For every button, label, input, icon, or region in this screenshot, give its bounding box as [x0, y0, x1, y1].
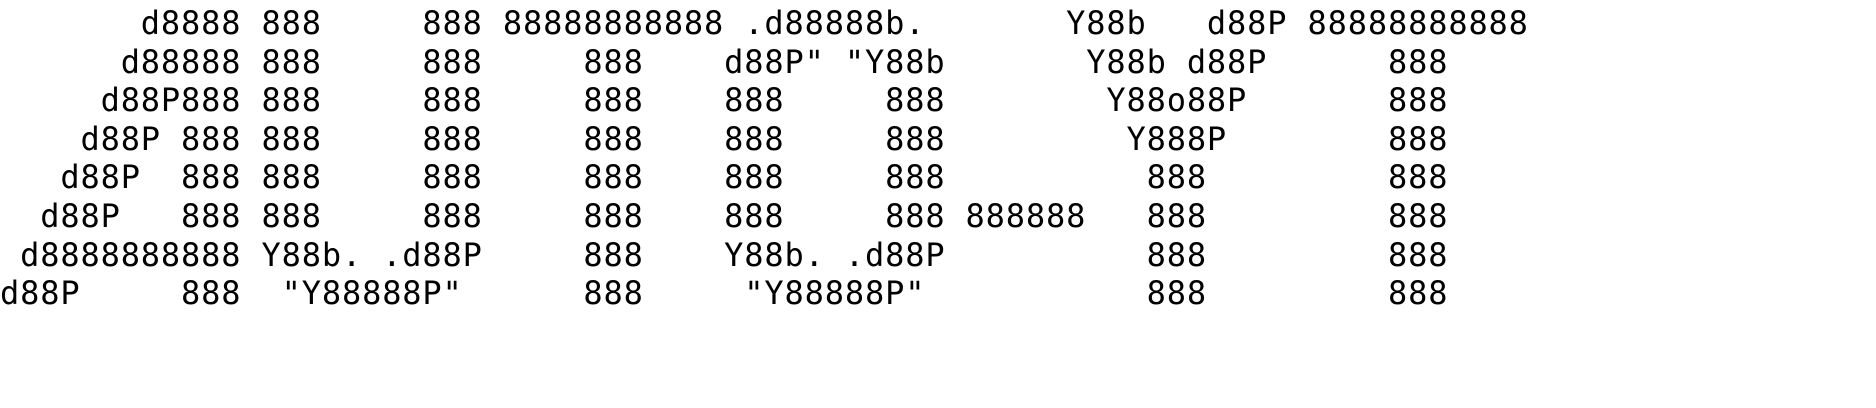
ascii-line-2: d88888 888 888 888 d88P" "Y88b Y88b d88P…: [0, 42, 1449, 81]
ascii-line-3: d88P888 888 888 888 888 888 Y88o88P 888: [0, 81, 1449, 120]
ascii-line-4: d88P 888 888 888 888 888 888 Y888P 888: [0, 119, 1449, 158]
ascii-line-7: d8888888888 Y88b. .d88P 888 Y88b. .d88P …: [0, 235, 1449, 274]
ascii-line-1: d8888 888 888 88888888888 .d88888b. Y88b…: [0, 4, 1529, 42]
ascii-art-banner: d8888 888 888 88888888888 .d88888b. Y88b…: [0, 4, 1529, 313]
ascii-line-8: d88P 888 "Y88888P" 888 "Y88888P" 888 888: [0, 274, 1449, 313]
ascii-line-5: d88P 888 888 888 888 888 888 888 888: [0, 158, 1449, 197]
ascii-line-6: d88P 888 888 888 888 888 888 888888 888 …: [0, 196, 1449, 235]
